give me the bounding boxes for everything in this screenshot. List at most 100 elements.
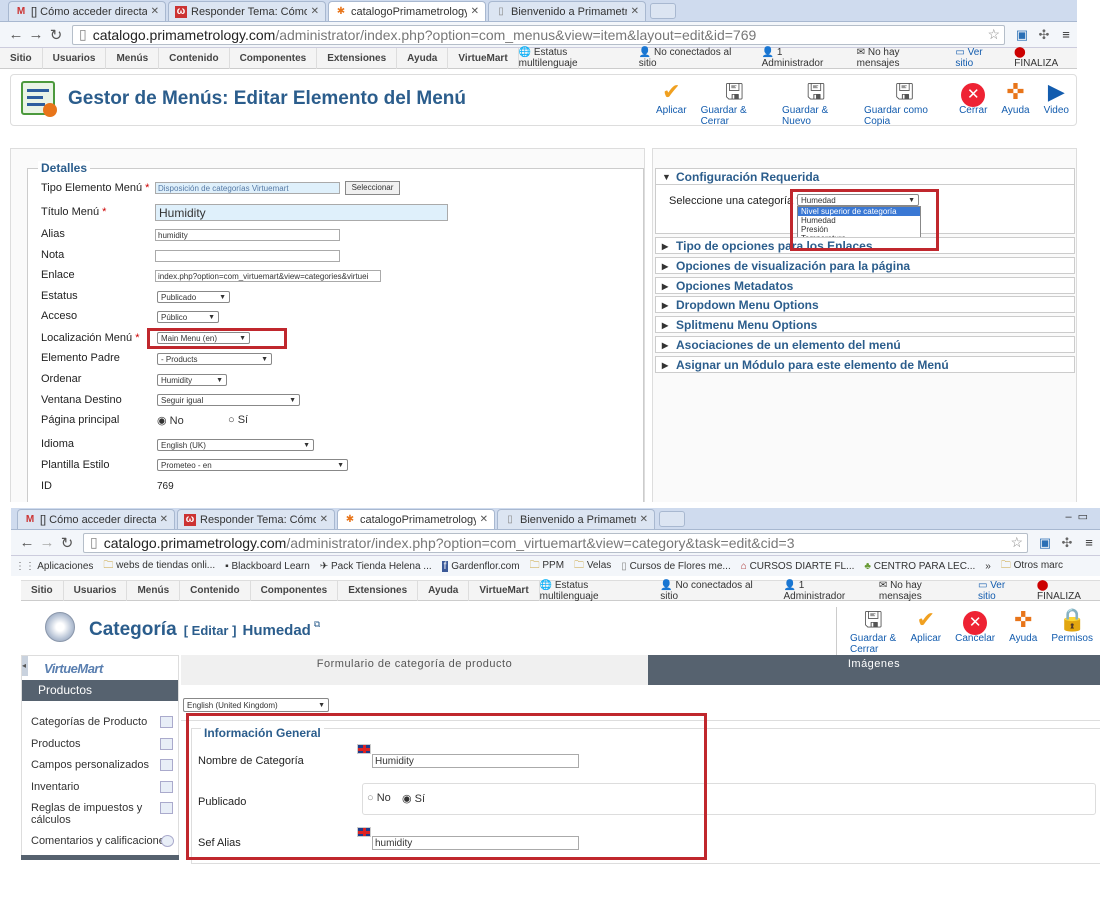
messages-status[interactable]: ✉ No hay mensajes: [857, 47, 944, 69]
browser-tab[interactable]: ▯ Bienvenido a Primametrol ✕: [497, 509, 655, 529]
close-tab-icon[interactable]: ✕: [640, 514, 648, 525]
bookmark-item[interactable]: 🗀 Otros marc: [1001, 558, 1063, 575]
browser-tab[interactable]: M[] Cómo acceder directam ✕: [8, 1, 166, 21]
address-bar[interactable]: ▯ catalogo.primametrology.com/administrat…: [72, 24, 1005, 45]
sidebar-collapse-handle[interactable]: ◂: [22, 656, 28, 676]
new-tab-button[interactable]: [659, 511, 685, 527]
accordion-splitmenu-options[interactable]: Splitmenu Menu Options: [655, 316, 1075, 333]
sidebar-item-campos[interactable]: Campos personalizados: [31, 759, 173, 771]
bookmark-star-icon[interactable]: ☆: [987, 26, 1000, 43]
close-tab-icon[interactable]: ✕: [151, 6, 159, 17]
accordion-associations[interactable]: Asociaciones de un elemento del menú: [655, 336, 1075, 353]
menu-usuarios[interactable]: Usuarios: [43, 47, 107, 69]
apply-button[interactable]: ✔ Aplicar: [904, 607, 949, 655]
apply-button[interactable]: ✔ Aplicar: [649, 79, 694, 127]
padre-select[interactable]: - Products: [157, 353, 272, 365]
back-icon[interactable]: ←: [17, 534, 37, 551]
plantilla-select[interactable]: Prometeo - en: [157, 459, 348, 471]
save-new-button[interactable]: 🖫 Guardar & Nuevo: [775, 79, 857, 127]
bookmark-item[interactable]: ⌂ CURSOS DIARTE FL...: [741, 561, 855, 572]
view-site-link[interactable]: ▭ Ver sitio: [955, 47, 1002, 69]
video-button[interactable]: ▶ Video: [1037, 79, 1076, 127]
menu-contenido[interactable]: Contenido: [180, 580, 251, 601]
sidebar-header[interactable]: Productos: [22, 680, 178, 701]
bookmark-item[interactable]: ⋮⋮ Aplicaciones: [15, 561, 93, 572]
multilanguage-status[interactable]: 🌐 Estatus multilenguaje: [540, 580, 649, 602]
reload-icon[interactable]: ↻: [57, 534, 77, 552]
cancel-button[interactable]: ✕ Cancelar: [948, 607, 1002, 655]
menu-menus[interactable]: Menús: [106, 47, 160, 69]
menu-componentes[interactable]: Componentes: [251, 580, 339, 601]
help-button[interactable]: ✜ Ayuda: [1002, 607, 1044, 655]
sidebar-item-inventario[interactable]: Inventario: [31, 781, 173, 793]
forward-icon[interactable]: →: [26, 26, 46, 43]
browser-tab[interactable]: M[] Cómo acceder directam ✕: [17, 509, 175, 529]
nota-input[interactable]: [155, 250, 340, 262]
tab-images[interactable]: Imágenes: [648, 655, 1100, 685]
accordion-display-options[interactable]: Opciones de visualización para la página: [655, 257, 1075, 274]
language-select[interactable]: English (United Kingdom): [183, 698, 329, 712]
extension-icon[interactable]: ▣: [1011, 27, 1033, 43]
reload-icon[interactable]: ↻: [46, 26, 66, 44]
estatus-select[interactable]: Publicado: [157, 291, 230, 303]
pagina-si-radio[interactable]: ○ Sí: [228, 414, 248, 426]
browser-tab-active[interactable]: ✱ catalogoPrimametrology. ✕: [328, 1, 486, 21]
menu-componentes[interactable]: Componentes: [230, 47, 318, 69]
close-button[interactable]: ✕ Cerrar: [952, 79, 994, 127]
close-tab-icon[interactable]: ✕: [160, 514, 168, 525]
accordion-module-assignment[interactable]: Asignar un Módulo para este elemento de …: [655, 356, 1075, 373]
close-tab-icon[interactable]: ✕: [471, 6, 479, 17]
forward-icon[interactable]: →: [37, 534, 57, 551]
logout-link[interactable]: ⬤ FINALIZA: [1037, 580, 1094, 602]
menu-usuarios[interactable]: Usuarios: [64, 580, 128, 601]
save-copy-button[interactable]: 🖫 Guardar como Copia: [857, 79, 952, 127]
acceso-select[interactable]: Público: [157, 311, 219, 323]
accordion-metadata-options[interactable]: Opciones Metadatos: [655, 277, 1075, 294]
menu-icon[interactable]: ≡: [1078, 535, 1100, 550]
menu-sitio[interactable]: Sitio: [0, 47, 43, 69]
bookmark-item[interactable]: f Gardenflor.com: [441, 560, 520, 572]
menu-icon[interactable]: ≡: [1055, 27, 1077, 42]
idioma-select[interactable]: English (UK): [157, 439, 314, 451]
menu-ayuda[interactable]: Ayuda: [397, 47, 449, 69]
bookmarks-overflow[interactable]: »: [985, 561, 991, 572]
window-controls[interactable]: –▭: [1065, 510, 1094, 523]
new-tab-button[interactable]: [650, 3, 676, 19]
menu-ayuda[interactable]: Ayuda: [418, 580, 470, 601]
bookmark-item[interactable]: ▯ Cursos de Flores me...: [621, 561, 730, 572]
menu-extensiones[interactable]: Extensiones: [317, 47, 398, 69]
bookmark-item[interactable]: 🗀 Velas: [574, 558, 611, 575]
sidebar-item-categorias[interactable]: Categorías de Producto: [31, 716, 173, 728]
alias-input[interactable]: humidity: [155, 229, 340, 241]
sidebar-item-productos[interactable]: Productos: [31, 738, 173, 750]
close-tab-icon[interactable]: ✕: [480, 514, 488, 525]
menu-virtuemart[interactable]: VirtueMart: [448, 47, 519, 69]
ordenar-select[interactable]: Humidity: [157, 374, 227, 386]
menu-virtuemart[interactable]: VirtueMart: [469, 580, 540, 601]
logout-link[interactable]: ⬤ FINALIZA: [1014, 47, 1071, 69]
sidebar-item-comentarios[interactable]: Comentarios y calificaciones: [31, 835, 174, 847]
bookmark-star-icon[interactable]: ☆: [1010, 534, 1023, 551]
close-tab-icon[interactable]: ✕: [320, 514, 328, 525]
view-site-link[interactable]: ▭ Ver sitio: [978, 580, 1025, 602]
accordion-dropdown-options[interactable]: Dropdown Menu Options: [655, 296, 1075, 313]
external-link-icon[interactable]: ⧉: [314, 619, 320, 629]
bookmark-item[interactable]: ▪ Blackboard Learn: [225, 561, 310, 572]
pagina-no-radio[interactable]: ◉ No: [157, 414, 184, 427]
titulo-input[interactable]: Humidity: [155, 204, 448, 221]
extension-icon[interactable]: ▣: [1034, 535, 1056, 551]
multilanguage-status[interactable]: 🌐 Estatus multilenguaje: [519, 47, 627, 69]
close-tab-icon[interactable]: ✕: [311, 6, 319, 17]
bookmark-item[interactable]: 🗀 webs de tiendas onli...: [103, 558, 215, 575]
puzzle-icon[interactable]: ✣: [1033, 27, 1055, 43]
address-bar[interactable]: ▯ catalogo.primametrology.com/administrat…: [83, 532, 1028, 553]
close-tab-icon[interactable]: ✕: [631, 6, 639, 17]
browser-tab[interactable]: ▯ Bienvenido a Primametrol ✕: [488, 1, 646, 21]
ventana-select[interactable]: Seguir igual: [157, 394, 300, 406]
config-header[interactable]: ▼ Configuración Requerida: [655, 168, 1075, 185]
browser-tab-active[interactable]: ✱ catalogoPrimametrology. ✕: [337, 509, 495, 529]
seleccionar-button[interactable]: Seleccionar: [345, 181, 400, 195]
bookmark-item[interactable]: ✈ Pack Tienda Helena ...: [320, 561, 432, 572]
save-close-button[interactable]: 🖫 Guardar & Cerrar: [694, 79, 775, 127]
bookmark-item[interactable]: 🗀 PPM: [530, 558, 564, 575]
